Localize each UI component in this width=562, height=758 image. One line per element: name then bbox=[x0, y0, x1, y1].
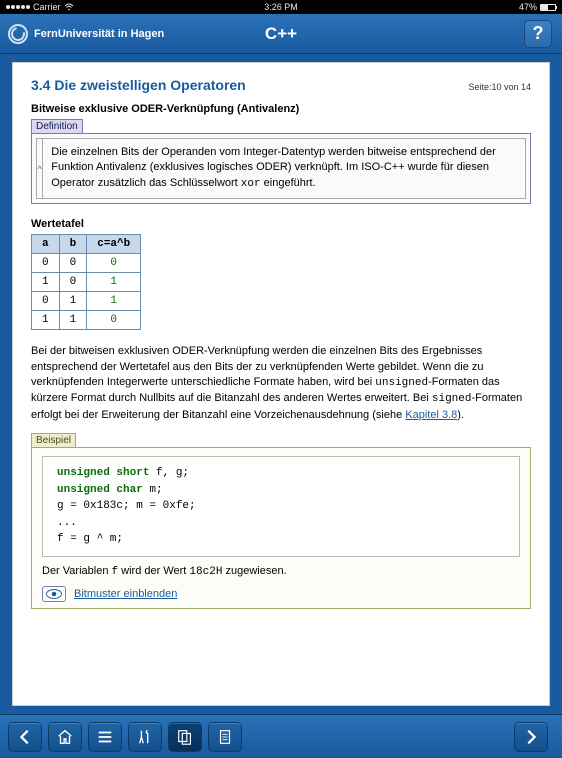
chapter-link[interactable]: Kapitel 3.8 bbox=[405, 409, 457, 421]
brand: FernUniversität in Hagen bbox=[0, 24, 164, 44]
document-button[interactable] bbox=[208, 722, 242, 752]
signal-icon bbox=[6, 5, 30, 9]
table-row: 101 bbox=[32, 273, 141, 292]
table-row: 110 bbox=[32, 311, 141, 330]
subsection-title: Bitweise exklusive ODER-Verknüpfung (Ant… bbox=[31, 103, 531, 115]
th-c: c=a^b bbox=[87, 235, 141, 254]
carrier-label: Carrier bbox=[33, 2, 61, 12]
example-label: Beispiel bbox=[31, 433, 76, 447]
pages-button[interactable] bbox=[168, 722, 202, 752]
table-row: 000 bbox=[32, 254, 141, 273]
help-button[interactable]: ? bbox=[524, 20, 552, 48]
definition-label: Definition bbox=[31, 119, 83, 133]
brand-label: FernUniversität in Hagen bbox=[34, 28, 164, 40]
show-bitpattern-link[interactable]: Bitmuster einblenden bbox=[74, 588, 177, 600]
explanation-paragraph: Bei der bitweisen exklusiven ODER-Verknü… bbox=[31, 344, 531, 423]
prev-button[interactable] bbox=[8, 722, 42, 752]
code-sample: unsigned short f, g; unsigned char m; g … bbox=[42, 456, 520, 557]
definition-text: Die einzelnen Bits der Operanden vom Int… bbox=[43, 139, 525, 198]
section-title: 3.4 Die zweistelligen Operatoren bbox=[31, 77, 246, 93]
wifi-icon bbox=[64, 3, 74, 11]
next-button[interactable] bbox=[514, 722, 548, 752]
example-block: Beispiel unsigned short f, g; unsigned c… bbox=[31, 433, 531, 609]
clock: 3:26 PM bbox=[264, 2, 298, 12]
truth-table: a b c=a^b 000 101 011 110 bbox=[31, 234, 141, 330]
bottom-toolbar bbox=[0, 714, 562, 758]
example-note: Der Variablen f wird der Wert 18c2H zuge… bbox=[32, 565, 530, 582]
definition-block: Definition ^ Die einzelnen Bits der Oper… bbox=[31, 119, 531, 204]
app-header: FernUniversität in Hagen C++ ? bbox=[0, 14, 562, 54]
truth-table-heading: Wertetafel bbox=[31, 218, 531, 230]
home-button[interactable] bbox=[48, 722, 82, 752]
th-a: a bbox=[32, 235, 60, 254]
page-indicator: Seite:10 von 14 bbox=[468, 82, 531, 92]
battery-icon bbox=[540, 4, 556, 11]
document-content: 3.4 Die zweistelligen Operatoren Seite:1… bbox=[12, 62, 550, 706]
status-bar: Carrier 3:26 PM 47% bbox=[0, 0, 562, 14]
th-b: b bbox=[59, 235, 87, 254]
contents-button[interactable] bbox=[88, 722, 122, 752]
page-title: C++ bbox=[265, 24, 297, 44]
eye-icon bbox=[42, 586, 66, 602]
logo-icon bbox=[8, 24, 28, 44]
tools-button[interactable] bbox=[128, 722, 162, 752]
battery-percent: 47% bbox=[519, 2, 537, 12]
table-row: 011 bbox=[32, 292, 141, 311]
